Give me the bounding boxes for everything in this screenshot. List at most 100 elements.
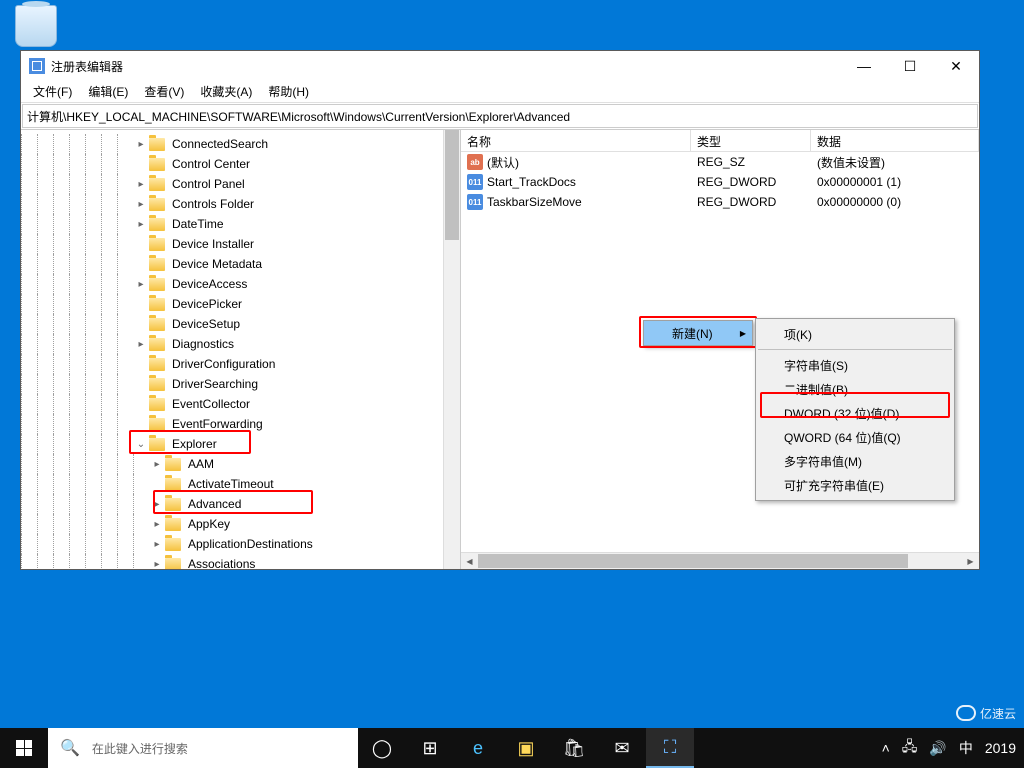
menu-help[interactable]: 帮助(H) (260, 81, 317, 102)
value-data: 0x00000001 (1) (811, 174, 979, 190)
tree-item-devicepicker[interactable]: DevicePicker (21, 294, 460, 314)
titlebar[interactable]: 注册表编辑器 — ☐ ✕ (21, 51, 979, 81)
tree-expander-icon[interactable]: ▸ (133, 276, 149, 292)
tree-expander-icon[interactable] (133, 236, 149, 252)
menu-file[interactable]: 文件(F) (25, 81, 80, 102)
tray-chevron-up-icon[interactable]: ˄ (882, 740, 890, 756)
col-name[interactable]: 名称 (461, 130, 691, 151)
menu-favorites[interactable]: 收藏夹(A) (192, 81, 260, 102)
tray-network-icon[interactable]: 🖧 (902, 736, 918, 760)
col-data[interactable]: 数据 (811, 130, 979, 151)
tree-expander-icon[interactable]: ▸ (149, 496, 165, 512)
menu-view[interactable]: 查看(V) (136, 81, 192, 102)
scroll-right-arrow[interactable]: ▶ (962, 553, 979, 569)
registry-editor-window: 注册表编辑器 — ☐ ✕ 文件(F) 编辑(E) 查看(V) 收藏夹(A) 帮助… (20, 50, 980, 570)
tree-expander-icon[interactable]: ⌄ (133, 436, 149, 452)
tree-item-advanced[interactable]: ▸Advanced (21, 494, 460, 514)
minimize-button[interactable]: — (841, 51, 887, 81)
tray-volume-icon[interactable]: 🔊 (929, 740, 946, 757)
cortana-icon[interactable]: ◯ (358, 728, 406, 768)
maximize-button[interactable]: ☐ (887, 51, 933, 81)
tree-item-datetime[interactable]: ▸DateTime (21, 214, 460, 234)
value-type: REG_DWORD (691, 194, 811, 210)
tree-scroll-thumb[interactable] (445, 130, 459, 240)
recycle-bin-icon[interactable] (15, 5, 57, 47)
tree-expander-icon[interactable]: ▸ (133, 336, 149, 352)
tree-item-activatetimeout[interactable]: ActivateTimeout (21, 474, 460, 494)
tree-item-control-panel[interactable]: ▸Control Panel (21, 174, 460, 194)
tree-item-appkey[interactable]: ▸AppKey (21, 514, 460, 534)
list-row[interactable]: ab(默认)REG_SZ(数值未设置) (461, 152, 979, 172)
mail-icon[interactable]: ✉ (598, 728, 646, 768)
value-list-panel[interactable]: 名称 类型 数据 ab(默认)REG_SZ(数值未设置)011Start_Tra… (461, 130, 979, 569)
tree-item-associations[interactable]: ▸Associations (21, 554, 460, 569)
ctx-expand[interactable]: 可扩充字符串值(E) (756, 473, 954, 497)
edge-icon[interactable]: e (454, 728, 502, 768)
tree-expander-icon[interactable] (133, 256, 149, 272)
tree-expander-icon[interactable] (133, 156, 149, 172)
ctx-new[interactable]: 新建(N) (644, 321, 752, 345)
ctx-binary[interactable]: 二进制值(B) (756, 377, 954, 401)
folder-icon (149, 158, 165, 171)
tree-item-driversearching[interactable]: DriverSearching (21, 374, 460, 394)
taskbar-search[interactable]: 🔍 在此键入进行搜索 (48, 728, 358, 768)
tree-expander-icon[interactable]: ▸ (133, 176, 149, 192)
store-icon[interactable]: 🛍 (550, 728, 598, 768)
tree-expander-icon[interactable]: ▸ (133, 196, 149, 212)
taskbar: 🔍 在此键入进行搜索 ◯ ⊞ e ▣ 🛍 ✉ ⛶ ˄ 🖧 🔊 中 2019 (0, 728, 1024, 768)
list-h-scrollbar[interactable]: ◀ ▶ (461, 552, 979, 569)
tree-item-device-metadata[interactable]: Device Metadata (21, 254, 460, 274)
tree-expander-icon[interactable]: ▸ (133, 216, 149, 232)
tree-item-eventforwarding[interactable]: EventForwarding (21, 414, 460, 434)
tree-item-control-center[interactable]: Control Center (21, 154, 460, 174)
tree-expander-icon[interactable]: ▸ (133, 136, 149, 152)
tray-ime[interactable]: 中 (959, 738, 973, 758)
tree-item-controls-folder[interactable]: ▸Controls Folder (21, 194, 460, 214)
tree-expander-icon[interactable] (133, 316, 149, 332)
tree-label: AAM (185, 456, 217, 472)
list-row[interactable]: 011Start_TrackDocsREG_DWORD0x00000001 (1… (461, 172, 979, 192)
list-h-scroll-thumb[interactable] (478, 554, 908, 568)
col-type[interactable]: 类型 (691, 130, 811, 151)
tree-expander-icon[interactable] (133, 416, 149, 432)
tree-item-devicesetup[interactable]: DeviceSetup (21, 314, 460, 334)
tree-item-driverconfiguration[interactable]: DriverConfiguration (21, 354, 460, 374)
tree-expander-icon[interactable]: ▸ (149, 456, 165, 472)
close-button[interactable]: ✕ (933, 51, 979, 81)
tree-expander-icon[interactable] (133, 356, 149, 372)
tree-label: Control Center (169, 156, 253, 172)
scroll-left-arrow[interactable]: ◀ (461, 553, 478, 569)
tree-item-applicationdestinations[interactable]: ▸ApplicationDestinations (21, 534, 460, 554)
tree-label: EventForwarding (169, 416, 266, 432)
tree-item-eventcollector[interactable]: EventCollector (21, 394, 460, 414)
start-button[interactable] (0, 728, 48, 768)
tree-scrollbar[interactable] (443, 130, 460, 569)
tree-item-explorer[interactable]: ⌄Explorer (21, 434, 460, 454)
menu-edit[interactable]: 编辑(E) (80, 81, 136, 102)
regedit-task-icon[interactable]: ⛶ (646, 728, 694, 768)
ctx-string[interactable]: 字符串值(S) (756, 353, 954, 377)
file-explorer-icon[interactable]: ▣ (502, 728, 550, 768)
tree-label: Device Installer (169, 236, 257, 252)
tree-item-deviceaccess[interactable]: ▸DeviceAccess (21, 274, 460, 294)
tree-item-device-installer[interactable]: Device Installer (21, 234, 460, 254)
tree-expander-icon[interactable] (133, 296, 149, 312)
tree-panel[interactable]: ▸ConnectedSearch Control Center ▸Control P… (21, 130, 461, 569)
tree-expander-icon[interactable]: ▸ (149, 516, 165, 532)
tree-item-aam[interactable]: ▸ AAM (21, 454, 460, 474)
tree-expander-icon[interactable] (133, 396, 149, 412)
tree-item-diagnostics[interactable]: ▸Diagnostics (21, 334, 460, 354)
ctx-key[interactable]: 项(K) (756, 322, 954, 346)
ctx-multi[interactable]: 多字符串值(M) (756, 449, 954, 473)
ctx-dword[interactable]: DWORD (32 位)值(D) (756, 401, 954, 425)
tree-expander-icon[interactable] (133, 376, 149, 392)
tree-expander-icon[interactable]: ▸ (149, 536, 165, 552)
address-bar[interactable]: 计算机\HKEY_LOCAL_MACHINE\SOFTWARE\Microsof… (22, 104, 978, 128)
task-view-icon[interactable]: ⊞ (406, 728, 454, 768)
tree-expander-icon[interactable] (149, 476, 165, 492)
tree-item-connectedsearch[interactable]: ▸ConnectedSearch (21, 134, 460, 154)
ctx-qword[interactable]: QWORD (64 位)值(Q) (756, 425, 954, 449)
tree-expander-icon[interactable]: ▸ (149, 556, 165, 569)
tray-clock[interactable]: 2019 (985, 740, 1016, 756)
list-row[interactable]: 011TaskbarSizeMoveREG_DWORD0x00000000 (0… (461, 192, 979, 212)
